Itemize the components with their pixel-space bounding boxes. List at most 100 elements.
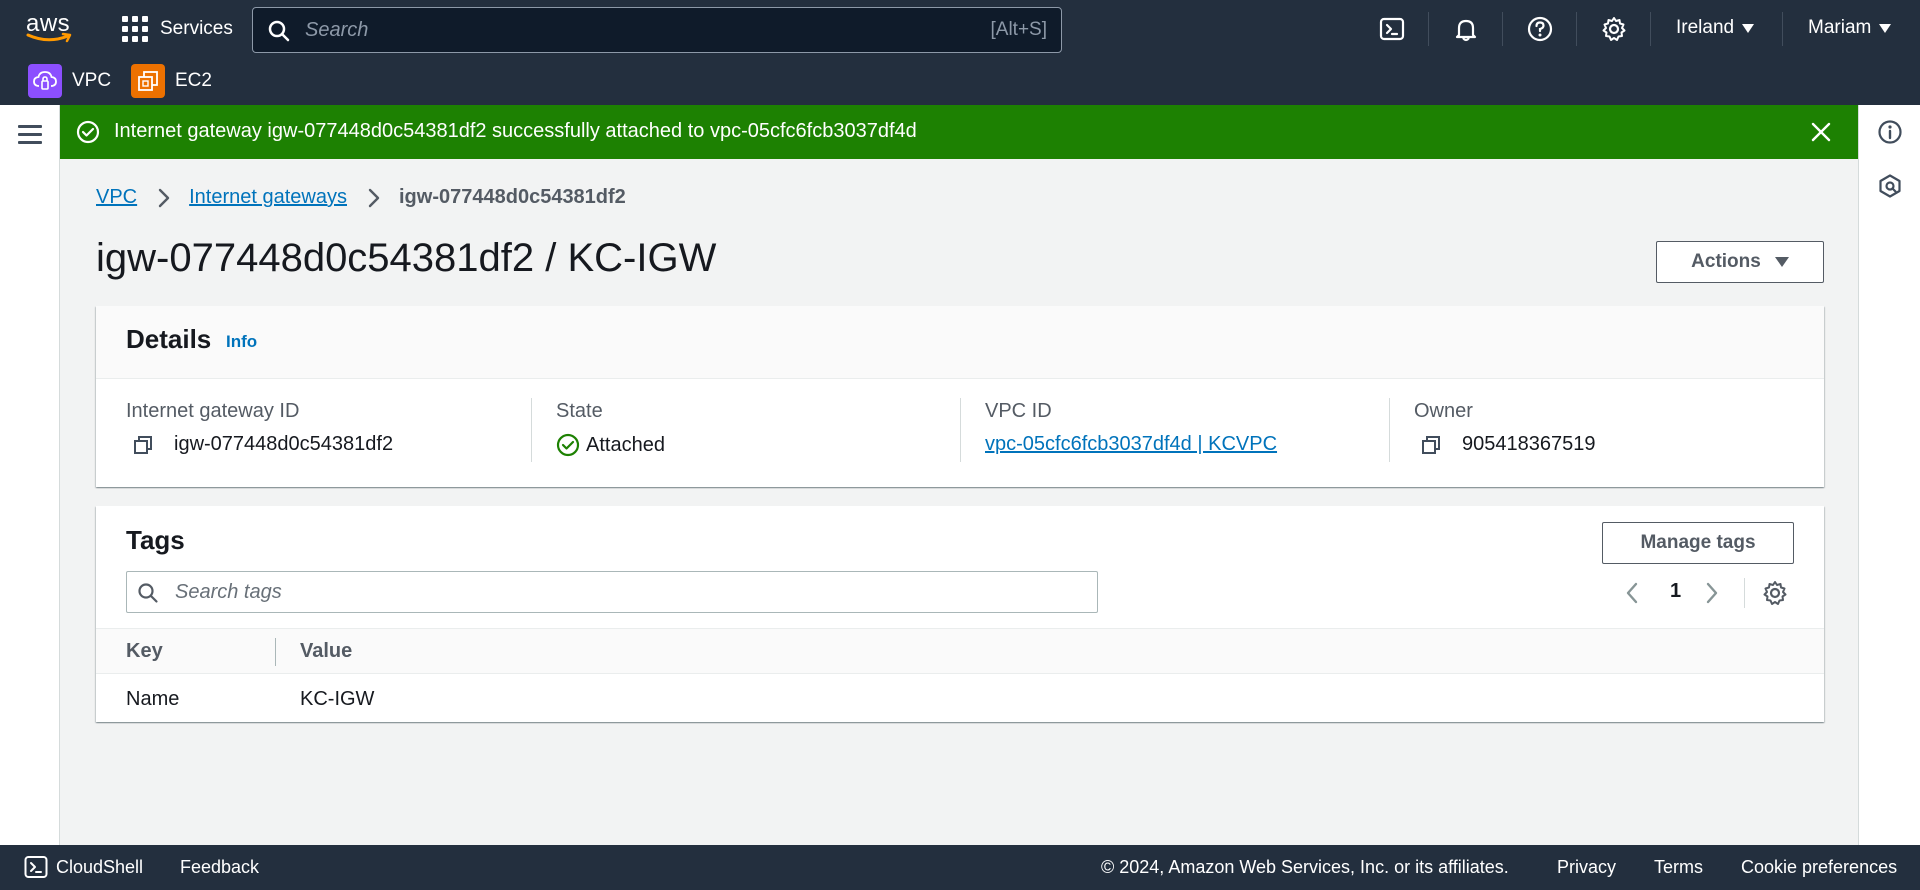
terms-link[interactable]: Terms — [1654, 857, 1703, 878]
tags-panel: Tags Manage tags 1 Key Value Name KC-IGW — [96, 506, 1824, 722]
page-number[interactable]: 1 — [1670, 580, 1681, 603]
tags-table-header: Key Value — [96, 628, 1824, 674]
help-icon[interactable] — [1526, 15, 1554, 43]
chevron-left-icon[interactable] — [1624, 580, 1640, 606]
detail-label: Owner — [1414, 400, 1473, 422]
services-menu-button[interactable]: Services — [122, 15, 233, 43]
settings-gear-icon[interactable] — [1600, 15, 1628, 43]
search-icon — [268, 20, 290, 42]
detail-state: State Attached — [556, 400, 665, 464]
state-value: Attached — [586, 433, 665, 456]
details-info-link[interactable]: Info — [226, 332, 257, 352]
nav-divider — [1782, 12, 1783, 46]
flash-message: Internet gateway igw-077448d0c54381df2 s… — [114, 120, 917, 142]
pagination-divider — [1744, 578, 1745, 608]
success-flash-banner: Internet gateway igw-077448d0c54381df2 s… — [60, 105, 1858, 159]
services-label: Services — [160, 18, 233, 39]
left-navigation-rail — [0, 105, 60, 845]
aws-smile-icon — [26, 32, 72, 43]
notifications-bell-icon[interactable] — [1452, 15, 1480, 43]
top-navigation: aws Services [Alt+S] — [0, 0, 1920, 58]
details-header: Details Info — [96, 306, 1824, 379]
account-menu[interactable]: Mariam — [1808, 17, 1892, 39]
favorite-vpc[interactable]: VPC — [28, 64, 111, 98]
nav-divider — [1576, 12, 1577, 46]
chevron-right-icon — [368, 188, 380, 207]
caret-down-icon — [1774, 257, 1789, 267]
console-footer: CloudShell Feedback © 2024, Amazon Web S… — [0, 845, 1920, 890]
resource-explorer-icon[interactable] — [1877, 173, 1903, 199]
favorite-ec2-label: EC2 — [175, 70, 212, 91]
manage-tags-button[interactable]: Manage tags — [1602, 522, 1794, 564]
ec2-service-icon — [131, 64, 165, 98]
nav-divider — [1502, 12, 1503, 46]
actions-label: Actions — [1691, 251, 1761, 272]
cloudshell-icon — [24, 856, 48, 878]
column-header-value[interactable]: Value — [300, 640, 352, 663]
tag-value-cell: KC-IGW — [300, 688, 375, 710]
region-label: Ireland — [1676, 17, 1735, 38]
copy-icon[interactable] — [132, 434, 154, 456]
favorites-bar: VPC EC2 — [0, 58, 1920, 105]
table-preferences-gear-icon[interactable] — [1762, 580, 1788, 606]
aws-logo[interactable]: aws — [26, 12, 74, 46]
info-panel-icon[interactable] — [1877, 119, 1903, 145]
account-label: Mariam — [1808, 17, 1872, 38]
search-shortcut-hint: [Alt+S] — [990, 19, 1048, 40]
favorite-vpc-label: VPC — [72, 70, 112, 91]
grid-icon — [122, 16, 148, 42]
caret-down-icon — [1879, 23, 1892, 33]
detail-label: Internet gateway ID — [126, 400, 300, 422]
cloudshell-label: CloudShell — [56, 856, 144, 877]
copy-icon[interactable] — [1420, 434, 1442, 456]
tags-title: Tags — [126, 525, 185, 555]
search-icon — [138, 583, 158, 603]
tag-key-cell: Name — [126, 688, 180, 710]
caret-down-icon — [1742, 23, 1755, 33]
tags-search-input[interactable] — [175, 579, 1055, 605]
privacy-link[interactable]: Privacy — [1557, 857, 1616, 878]
region-selector[interactable]: Ireland — [1676, 17, 1755, 39]
close-icon[interactable] — [1808, 119, 1834, 145]
success-check-icon — [76, 120, 100, 144]
owner-value: 905418367519 — [1462, 433, 1596, 455]
breadcrumb-internet-gateways-link[interactable]: Internet gateways — [189, 186, 347, 209]
detail-label: State — [556, 400, 603, 422]
detail-internet-gateway-id: Internet gateway ID igw-077448d0c54381df… — [126, 400, 393, 464]
details-panel: Details Info Internet gateway ID igw-077… — [96, 306, 1824, 487]
column-resize-handle[interactable] — [275, 638, 276, 666]
breadcrumb: VPC Internet gateways igw-077448d0c54381… — [96, 186, 626, 209]
right-tools-rail — [1858, 105, 1920, 845]
detail-label: VPC ID — [985, 400, 1052, 422]
details-title: Details — [126, 324, 212, 354]
cloudshell-icon[interactable] — [1378, 15, 1406, 43]
column-divider — [960, 398, 961, 462]
cloudshell-footer-button[interactable]: CloudShell — [24, 855, 143, 879]
vpc-id-link[interactable]: vpc-05cfc6fcb3037df4d | KCVPC — [985, 433, 1277, 456]
tags-search[interactable] — [126, 571, 1098, 613]
favorite-ec2[interactable]: EC2 — [131, 64, 212, 98]
nav-divider — [1428, 12, 1429, 46]
column-header-key[interactable]: Key — [126, 640, 163, 663]
detail-vpc-id: VPC ID vpc-05cfc6fcb3037df4d | KCVPC — [985, 400, 1277, 464]
global-search[interactable]: [Alt+S] — [252, 7, 1062, 53]
breadcrumb-current: igw-077448d0c54381df2 — [399, 186, 626, 208]
feedback-link[interactable]: Feedback — [180, 857, 259, 878]
internet-gateway-id-value: igw-077448d0c54381df2 — [174, 433, 394, 455]
chevron-right-icon[interactable] — [1704, 580, 1720, 606]
detail-owner: Owner 905418367519 — [1414, 400, 1595, 464]
status-success-icon — [556, 433, 580, 457]
table-row: Name KC-IGW — [96, 674, 1824, 722]
cookie-preferences-link[interactable]: Cookie preferences — [1741, 857, 1897, 878]
menu-hamburger-icon[interactable] — [18, 125, 42, 145]
breadcrumb-vpc-link[interactable]: VPC — [96, 186, 137, 209]
vpc-service-icon — [28, 64, 62, 98]
page-title: igw-077448d0c54381df2 / KC-IGW — [96, 236, 717, 280]
copyright-text: © 2024, Amazon Web Services, Inc. or its… — [1101, 857, 1509, 877]
global-search-input[interactable] — [305, 16, 905, 44]
column-divider — [531, 398, 532, 462]
column-divider — [1389, 398, 1390, 462]
actions-dropdown-button[interactable]: Actions — [1656, 241, 1824, 283]
chevron-right-icon — [158, 188, 170, 207]
nav-divider — [1650, 12, 1651, 46]
